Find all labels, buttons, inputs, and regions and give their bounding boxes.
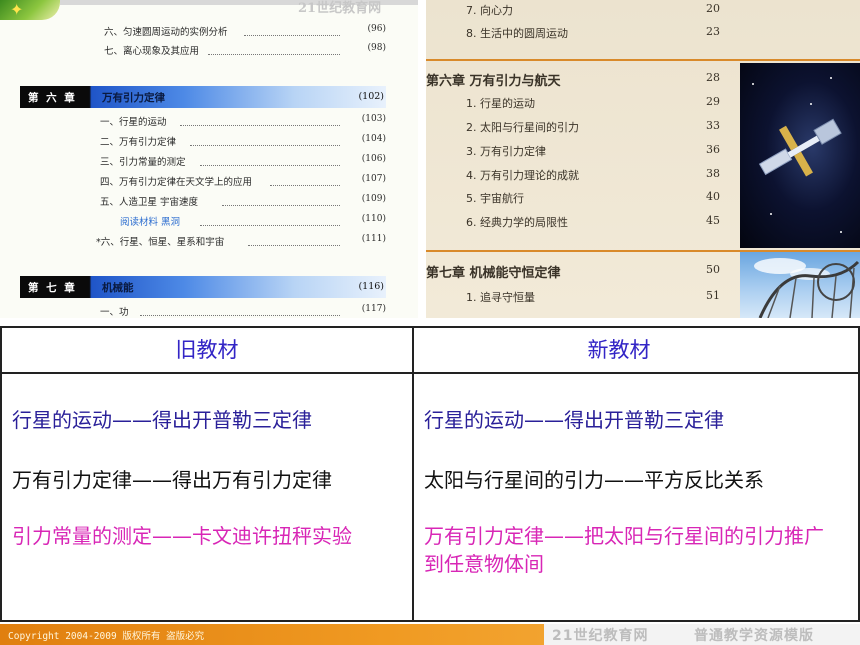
space-station-photo [740,63,860,248]
old-row-3: 引力常量的测定——卡文迪许扭秤实验 [12,524,352,548]
chapter-6-band: 第 六 章 万有引力定律 (102) [20,86,386,108]
star-icon: ✦ [10,0,24,19]
toc-item-page: (107) [361,174,386,184]
toc-item-label: 7. 向心力 [466,4,513,17]
satellite-illustration [758,118,842,177]
footer-template-name: 普通教学资源模版 [694,628,814,644]
toc-item-page: 38 [706,167,720,180]
table-divider-horizontal [2,372,858,374]
toc-item-label: 一、行星的运动 [100,117,167,128]
dot-leader [248,234,340,246]
toc-row: 七、离心现象及其应用 (98) [0,41,418,57]
toc-row: 一、行星的运动 (103) [0,112,418,128]
toc-item-label: 6. 经典力学的局限性 [466,216,568,229]
toc-item-label: 一、功 [100,307,129,318]
comparison-table: 旧教材 新教材 行星的运动——得出开普勒三定律 万有引力定律——得出万有引力定律… [0,326,860,622]
toc-item-label: 阅读材料 黑洞 [120,217,181,228]
toc-item-page: 45 [706,214,720,227]
toc-row: 一、功 (117) [0,302,418,318]
chapter-page: (116) [358,281,384,292]
toc-item-label: 二、万有引力定律 [100,137,177,148]
toc-item-label: 四、万有引力定律在天文学上的应用 [100,177,253,188]
dot-leader [190,134,340,146]
toc-item-page: (110) [361,214,386,224]
dot-leader [140,304,340,316]
old-row-2: 万有引力定律——得出万有引力定律 [12,468,332,492]
site-logo: ✦ [0,0,60,20]
old-textbook-toc-scan: ✦ 21世纪教育网 六、匀速圆周运动的实例分析 (96) 七、离心现象及其应用 … [0,0,418,318]
toc-row: 五、人造卫星 宇宙速度 (109) [0,192,418,208]
toc-item-label: *六、行星、恒星、星系和宇宙 [96,237,225,248]
toc-row: 阅读材料 黑洞 (110) [0,212,418,228]
toc-item-page: (104) [361,134,386,144]
old-textbook-header: 旧教材 [175,338,239,362]
chapter-7-band: 第 七 章 机械能 (116) [20,276,386,298]
watermark: 21世纪教育网 [298,1,382,16]
toc-item-label: 六、匀速圆周运动的实例分析 [104,27,228,38]
roller-coaster-illustration [754,258,860,318]
toc-item-label: 七、离心现象及其应用 [104,46,200,57]
toc-item-page: (111) [361,234,386,244]
dot-leader [200,214,340,226]
dot-leader [208,43,340,55]
toc-item-label: 8. 生活中的圆周运动 [466,27,568,40]
toc-row: 二、万有引力定律 (104) [0,132,418,148]
chapter-page: 28 [706,71,720,84]
toc-item-label: 2. 太阳与行星间的引力 [466,121,579,134]
chapter-rule [426,59,860,61]
new-row-1: 行星的运动——得出开普勒三定律 [424,408,724,432]
chapter-title: 第七章 机械能守恒定律 [426,266,561,281]
new-row-2: 太阳与行星间的引力——平方反比关系 [424,468,764,492]
footer-site-name: 21世纪教育网 [552,628,649,644]
chapter-title: 万有引力定律 [102,92,165,104]
new-textbook-toc-scan: 7. 向心力 20 8. 生活中的圆周运动 23 第六章 万有引力与航天 28 … [426,0,860,318]
toc-item-label: 五、人造卫星 宇宙速度 [100,197,199,208]
dot-leader [270,174,340,186]
toc-item-page: 29 [706,95,720,108]
old-row-1: 行星的运动——得出开普勒三定律 [12,408,312,432]
dot-leader [222,194,340,206]
dot-leader [200,154,340,166]
toc-item-page: 33 [706,119,720,132]
toc-item-page: (117) [361,304,386,314]
toc-item-page: 51 [706,289,720,302]
copyright-notice: Copyright 2004-2009 版权所有 盗版必究 [8,631,205,642]
toc-row: *六、行星、恒星、星系和宇宙 (111) [0,232,418,248]
toc-item-label: 1. 追寻守恒量 [466,291,535,304]
chapter-title: 第六章 万有引力与航天 [426,74,561,89]
dot-leader [180,114,340,126]
new-textbook-header: 新教材 [587,338,651,362]
chapter-title: 机械能 [102,282,134,294]
toc-item-page: (103) [361,114,386,124]
toc-item-page: 23 [706,25,720,38]
chapter-page: (102) [358,91,384,102]
toc-item-label: 1. 行星的运动 [466,97,535,110]
toc-row: 四、万有引力定律在天文学上的应用 (107) [0,172,418,188]
toc-item-page: (98) [367,43,386,53]
chapter-page: 50 [706,263,720,276]
toc-item-label: 三、引力常量的测定 [100,157,186,168]
dot-leader [244,24,340,36]
toc-item-label: 3. 万有引力定律 [466,145,546,158]
toc-item-page: (96) [367,24,386,34]
new-row-3: 万有引力定律——把太阳与行星间的引力推广到任意物体间 [424,524,824,576]
chapter-number: 第 七 章 [28,282,77,294]
toc-item-page: (106) [361,154,386,164]
toc-item-page: 36 [706,143,720,156]
toc-item-page: 20 [706,2,720,15]
toc-item-label: 5. 宇宙航行 [466,192,524,205]
toc-row: 六、匀速圆周运动的实例分析 (96) [0,22,418,38]
roller-coaster-photo [740,252,860,318]
chapter-number: 第 六 章 [28,92,77,104]
toc-item-page: (109) [361,194,386,204]
toc-item-page: 40 [706,190,720,203]
footer-bar: Copyright 2004-2009 版权所有 盗版必究 21世纪教育网 普通… [0,624,860,645]
toc-row: 三、引力常量的测定 (106) [0,152,418,168]
toc-item-label: 4. 万有引力理论的成就 [466,169,579,182]
